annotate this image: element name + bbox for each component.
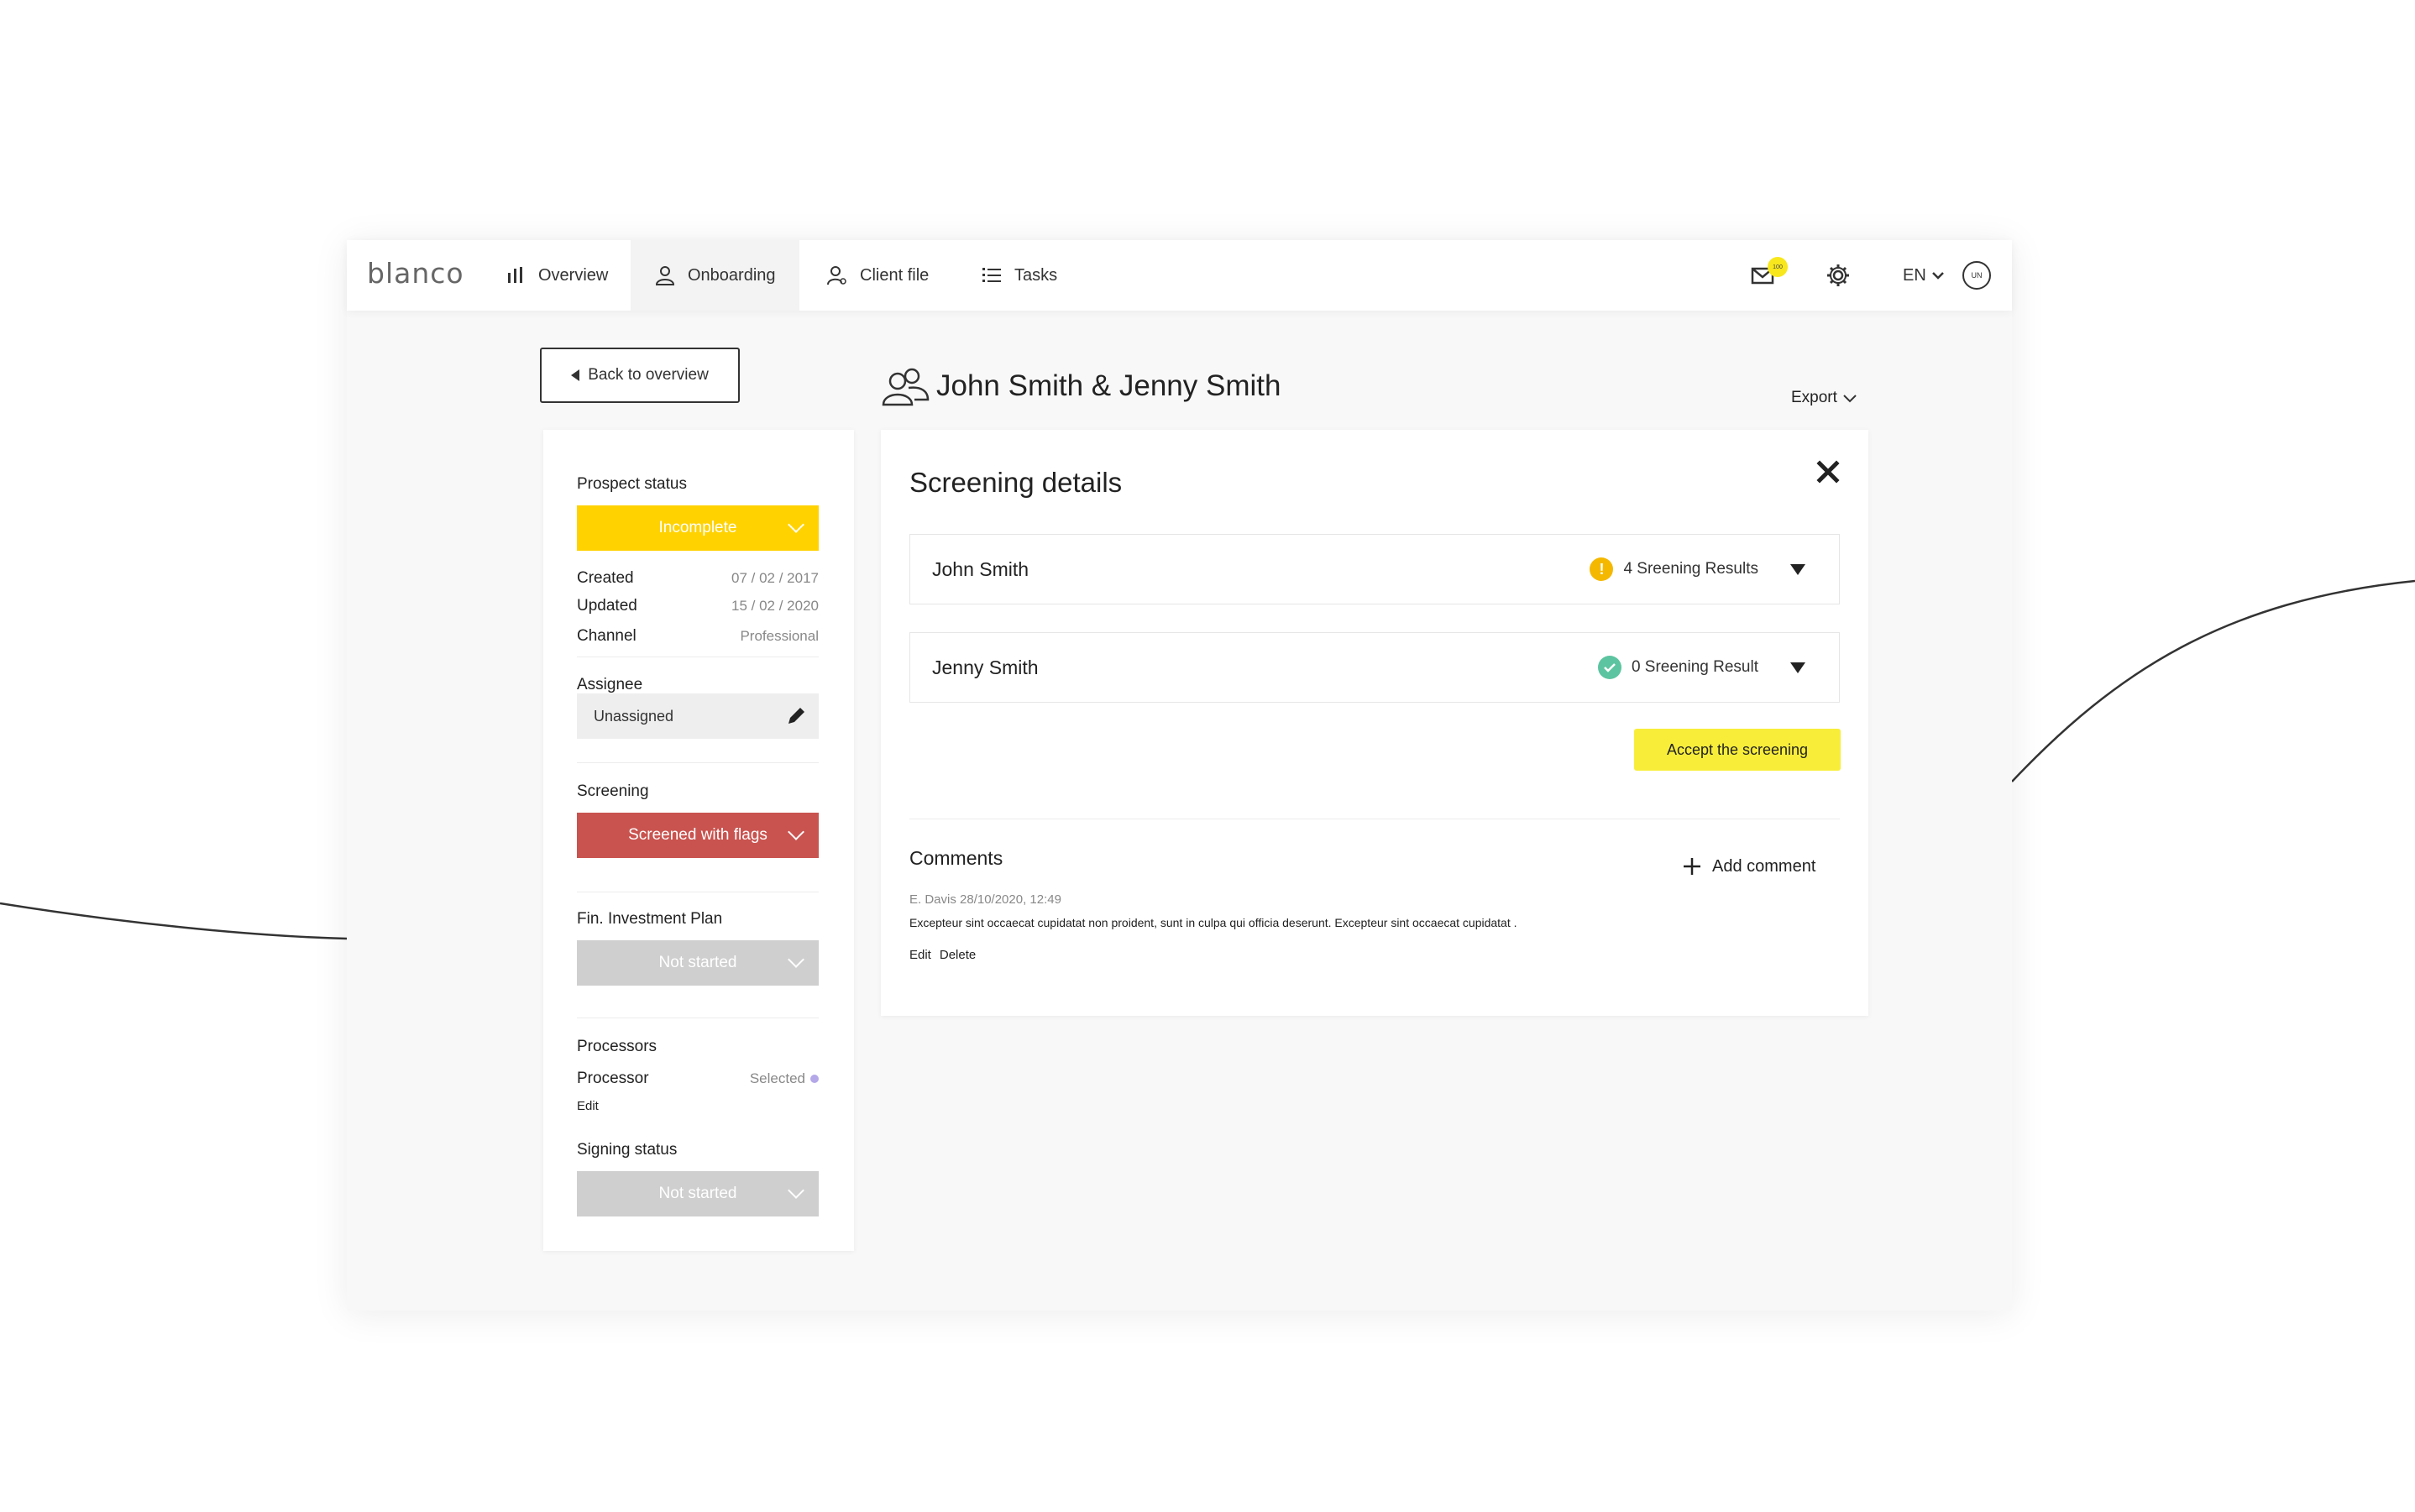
plus-icon (1684, 858, 1700, 875)
comment-edit-link[interactable]: Edit (909, 948, 931, 962)
back-label: Back to overview (588, 366, 709, 384)
meta-channel: Channel Professional (577, 627, 819, 646)
settings-button[interactable] (1826, 240, 1851, 311)
comments-title: Comments (909, 847, 1003, 869)
language-selector[interactable]: EN (1903, 240, 1945, 311)
user-avatar-button[interactable]: UN (1962, 240, 1991, 311)
export-label: Export (1791, 389, 1837, 406)
add-comment-button[interactable]: Add comment (1682, 856, 1815, 876)
user-settings-icon (827, 266, 846, 285)
list-icon (982, 268, 1001, 282)
meta-value: Professional (740, 628, 819, 644)
back-to-overview-button[interactable]: Back to overview (540, 348, 740, 403)
comment-author-time: E. Davis 28/10/2020, 12:49 (909, 892, 1061, 907)
assignee-value: Unassigned (594, 707, 674, 725)
nav-overview-label: Overview (538, 265, 609, 285)
screening-details-panel: Screening details John Smith ! 4 Sreenin… (881, 430, 1868, 1016)
mail-button[interactable]: 100 (1751, 240, 1788, 311)
app-window: blanco Overview Onboarding Client file T… (347, 240, 2012, 1311)
chevron-down-icon (788, 951, 804, 968)
screening-label: Screening (577, 782, 649, 800)
nav-client-file-label: Client file (860, 265, 930, 285)
assignee-field[interactable]: Unassigned (577, 693, 819, 739)
chevron-down-icon (1843, 395, 1857, 403)
assignee-label: Assignee (577, 676, 643, 693)
screening-person-name: John Smith (932, 557, 1029, 580)
export-dropdown[interactable]: Export (1791, 389, 1857, 407)
meta-updated: Updated 15 / 02 / 2020 (577, 597, 819, 615)
meta-value: 07 / 02 / 2017 (731, 570, 819, 586)
meta-key: Created (577, 569, 634, 587)
user-icon (655, 266, 675, 285)
screening-result: ! 4 Sreening Results (1590, 557, 1758, 581)
signing-status-label: Signing status (577, 1141, 678, 1159)
accept-screening-button[interactable]: Accept the screening (1634, 729, 1841, 771)
screening-row-john[interactable]: John Smith ! 4 Sreening Results (909, 534, 1840, 604)
mail-badge: 100 (1768, 257, 1788, 277)
chevron-down-icon (788, 516, 804, 533)
warning-icon: ! (1590, 557, 1614, 581)
prospect-status-value: Incomplete (658, 519, 737, 536)
back-arrow-icon (571, 369, 580, 381)
nav-client-file[interactable]: Client file (803, 240, 952, 311)
investment-plan-dropdown[interactable]: Not started (577, 940, 819, 986)
processor-status: Selected (750, 1070, 819, 1087)
investment-plan-label: Fin. Investment Plan (577, 910, 723, 928)
client-names: John Smith & Jenny Smith (936, 369, 1281, 402)
page-title: John Smith & Jenny Smith (881, 366, 1281, 406)
screening-person-name: Jenny Smith (932, 656, 1039, 678)
caret-down-icon[interactable] (1790, 563, 1805, 575)
users-icon (882, 368, 930, 406)
processor-row: Processor Selected (577, 1070, 819, 1088)
processor-edit-link[interactable]: Edit (577, 1099, 599, 1113)
pencil-icon[interactable] (785, 705, 807, 727)
screening-result-label: 0 Sreening Result (1631, 658, 1758, 676)
screening-dropdown[interactable]: Screened with flags (577, 813, 819, 858)
language-label: EN (1903, 265, 1926, 285)
comment-actions: Edit Delete (909, 948, 976, 962)
avatar: UN (1962, 261, 1991, 290)
top-navigation: blanco Overview Onboarding Client file T… (347, 240, 2012, 311)
processor-status-label: Selected (749, 1070, 805, 1086)
investment-plan-value: Not started (658, 954, 737, 971)
screening-result-label: 4 Sreening Results (1623, 560, 1758, 578)
prospect-status-label: Prospect status (577, 475, 687, 493)
add-comment-label: Add comment (1712, 856, 1816, 876)
meta-key: Updated (577, 597, 637, 615)
nav-onboarding[interactable]: Onboarding (631, 240, 799, 311)
nav-onboarding-label: Onboarding (688, 265, 776, 285)
screening-value: Screened with flags (628, 826, 767, 844)
nav-tasks[interactable]: Tasks (957, 240, 1081, 311)
comment-text: Excepteur sint occaecat cupidatat non pr… (909, 916, 1517, 929)
screening-result: 0 Sreening Result (1597, 656, 1758, 679)
chevron-down-icon (1931, 272, 1944, 280)
caret-down-icon[interactable] (1790, 662, 1805, 673)
meta-created: Created 07 / 02 / 2017 (577, 569, 819, 588)
status-dot-icon (810, 1075, 819, 1083)
gear-icon (1827, 264, 1849, 286)
panel-title: Screening details (909, 467, 1123, 498)
prospect-status-dropdown[interactable]: Incomplete (577, 505, 819, 551)
divider (577, 762, 819, 763)
prospect-sidebar: Prospect status Incomplete Created 07 / … (543, 430, 854, 1251)
check-icon (1597, 656, 1621, 679)
chevron-down-icon (788, 824, 804, 840)
signing-status-dropdown[interactable]: Not started (577, 1171, 819, 1216)
meta-key: Channel (577, 627, 636, 645)
comment-delete-link[interactable]: Delete (940, 948, 976, 962)
bar-chart-icon (508, 267, 522, 283)
meta-value: 15 / 02 / 2020 (731, 598, 819, 614)
nav-overview[interactable]: Overview (481, 240, 631, 311)
logo: blanco (367, 257, 464, 290)
processor-name: Processor (577, 1070, 649, 1087)
chevron-down-icon (788, 1182, 804, 1199)
processors-label: Processors (577, 1038, 657, 1055)
signing-status-value: Not started (658, 1185, 737, 1202)
screening-row-jenny[interactable]: Jenny Smith 0 Sreening Result (909, 632, 1840, 703)
nav-tasks-label: Tasks (1014, 265, 1058, 285)
close-icon[interactable] (1811, 455, 1845, 489)
